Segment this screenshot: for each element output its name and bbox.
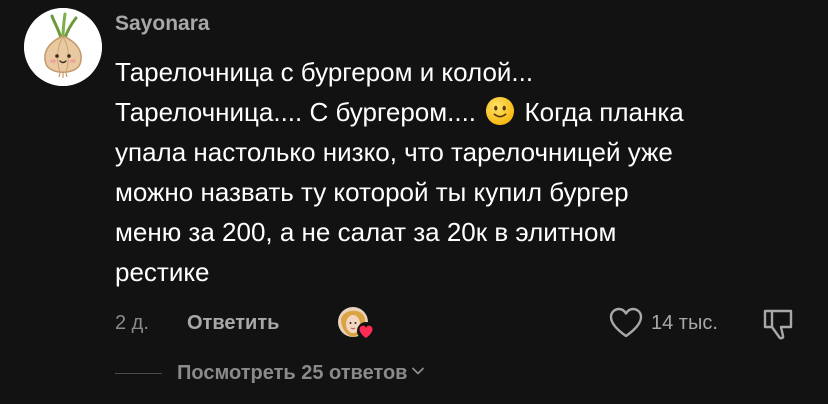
view-replies-button[interactable]: Посмотреть 25 ответов xyxy=(177,362,425,385)
comment-line: можно назвать ту которой ты купил бургер xyxy=(115,177,629,207)
comment-line: меню за 200, а не салат за 20к в элитном xyxy=(115,217,617,247)
creator-liked-badge xyxy=(337,305,377,341)
view-replies-label: Посмотреть 25 ответов xyxy=(177,362,408,384)
creator-liked-badge-icon xyxy=(338,307,375,340)
dislike-icon xyxy=(763,309,793,340)
chevron-down-icon xyxy=(412,367,425,375)
like-count: 14 тыс. xyxy=(651,312,718,334)
comment-username[interactable]: Sayonara xyxy=(115,12,210,36)
comment-timestamp: 2 д. xyxy=(115,312,149,334)
dislike-button[interactable] xyxy=(761,305,797,341)
replies-divider xyxy=(115,373,162,374)
reply-button[interactable]: Ответить xyxy=(187,312,279,335)
heart-outline-icon xyxy=(609,307,643,338)
slightly-smiling-face-icon xyxy=(486,96,515,126)
comment-line-part: Когда планка xyxy=(524,97,684,127)
view-replies-row: Посмотреть 25 ответов xyxy=(115,358,828,388)
comment-line: Тарелочница.... С бургером.... Когда пла… xyxy=(115,92,815,132)
comment-text: Тарелочница с бургером и колой... Тарело… xyxy=(115,52,815,292)
comment-actions: 2 д. Ответить 14 тыс. xyxy=(115,302,828,344)
comment-line: Тарелочница с бургером и колой... xyxy=(115,57,534,87)
comment-line-part: Тарелочница.... С бургером.... xyxy=(115,97,477,127)
user-avatar[interactable] xyxy=(24,8,102,86)
onion-avatar-icon xyxy=(24,8,102,86)
comment-line: рестике xyxy=(115,257,210,287)
comment-line: упала настолько низко, что тарелочницей … xyxy=(115,137,673,167)
